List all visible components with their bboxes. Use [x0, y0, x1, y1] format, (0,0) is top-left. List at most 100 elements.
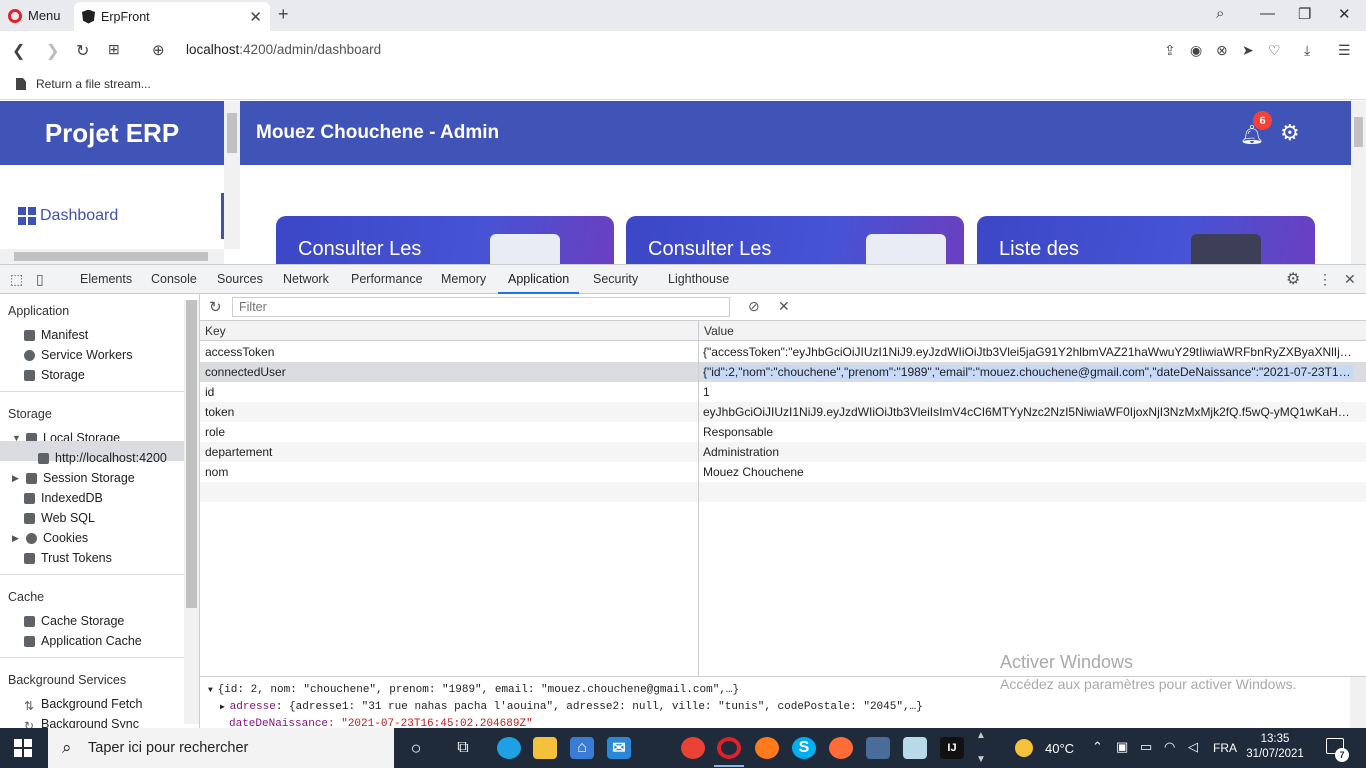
dashboard-card[interactable]: Consulter Les	[276, 216, 614, 264]
back-icon[interactable]: ❮	[12, 41, 25, 61]
reload-icon[interactable]: ↻	[76, 41, 89, 61]
heart-icon[interactable]: ♡	[1268, 42, 1281, 59]
tab-network[interactable]: Network	[283, 265, 329, 294]
preview-line[interactable]: ▶ adresse: {adresse1: "31 rue nahas pach…	[208, 699, 1350, 716]
chrome-icon[interactable]	[681, 737, 705, 759]
close-tab-icon[interactable]: ✕	[249, 8, 262, 26]
windows-start-icon[interactable]	[14, 739, 32, 757]
skype-icon[interactable]: S	[792, 737, 816, 759]
dashboard-card[interactable]: Consulter Les	[626, 216, 964, 264]
table-row[interactable]: role Responsable	[200, 422, 1366, 442]
maximize-icon[interactable]: ❐	[1298, 5, 1311, 23]
tab-security[interactable]: Security	[593, 265, 638, 294]
page-scrollbar[interactable]	[1351, 101, 1366, 264]
tab-sources[interactable]: Sources	[217, 265, 263, 294]
sidebar-vertical-scrollbar[interactable]	[224, 101, 240, 249]
filter-input[interactable]	[232, 297, 730, 317]
share-icon[interactable]: ⇪	[1164, 42, 1176, 59]
table-row-empty[interactable]	[200, 482, 1366, 502]
clear-all-icon[interactable]: ⊘	[748, 298, 760, 315]
column-header-value[interactable]: Value	[699, 321, 1366, 341]
vscode-icon[interactable]	[866, 737, 890, 759]
sidebar-item-indexeddb[interactable]: IndexedDB	[24, 491, 103, 505]
tab-elements[interactable]: Elements	[80, 265, 132, 294]
url-field[interactable]: localhost:4200/admin/dashboard	[186, 42, 381, 57]
table-row[interactable]: token eyJhbGciOiJIUzI1NiJ9.eyJzdWIiOiJtb3…	[200, 402, 1366, 422]
close-devtools-icon[interactable]: ✕	[1344, 271, 1356, 288]
easy-setup-icon[interactable]: ☰	[1338, 42, 1351, 59]
gear-icon[interactable]: ⚙	[1286, 269, 1300, 289]
wifi-icon[interactable]: ◠	[1164, 739, 1175, 755]
clock[interactable]: 13:35 31/07/2021	[1240, 732, 1310, 762]
opera-icon[interactable]	[717, 737, 741, 759]
block-icon[interactable]: ⊗	[1216, 42, 1228, 59]
column-header-key[interactable]: Key	[200, 321, 698, 341]
store-icon[interactable]: ⌂	[570, 737, 594, 759]
weather-sun-icon[interactable]	[1015, 739, 1033, 757]
speaker-muted-icon[interactable]: ◁	[1188, 739, 1198, 755]
tab-memory[interactable]: Memory	[441, 265, 486, 294]
bookmark-item[interactable]: Return a file stream...	[36, 77, 151, 91]
browser-tab[interactable]: ErpFront ✕	[74, 2, 270, 31]
postman-icon[interactable]	[829, 737, 853, 759]
cortana-icon[interactable]: ○	[404, 737, 428, 759]
delete-selected-icon[interactable]: ✕	[778, 298, 790, 315]
sidebar-item-service-workers[interactable]: Service Workers	[24, 348, 132, 362]
download-icon[interactable]: ⤓	[1304, 42, 1310, 59]
table-row[interactable]: id 1	[200, 382, 1366, 402]
meet-now-icon[interactable]: ▣	[1116, 739, 1128, 755]
sidebar-item-background-fetch[interactable]: ⇅ Background Fetch	[24, 697, 142, 713]
sidebar-scrollbar[interactable]	[184, 300, 199, 724]
new-tab-icon[interactable]: +	[278, 4, 289, 25]
sidebar-item-storage[interactable]: Storage	[24, 368, 85, 382]
more-options-icon[interactable]: ⋮	[1318, 271, 1332, 288]
taskbar-search-box[interactable]: ⌕ Taper ici pour rechercher	[48, 728, 394, 768]
table-row-selected[interactable]: connectedUser {"id":2,"nom":"chouchene","…	[200, 362, 1366, 382]
notes-icon[interactable]	[903, 737, 927, 759]
mail-icon[interactable]: ✉	[607, 737, 631, 759]
device-toolbar-icon[interactable]: ▯	[36, 271, 44, 288]
sidebar-item-cookies[interactable]: ▶ Cookies	[12, 531, 88, 545]
tabs-grid-icon[interactable]: ⊞	[108, 41, 120, 58]
forward-icon[interactable]: ❯	[46, 41, 59, 61]
language-indicator[interactable]: FRA	[1213, 741, 1237, 755]
file-explorer-icon[interactable]	[533, 737, 557, 759]
table-row[interactable]: accessToken {"accessToken":"eyJhbGciOiJIU…	[200, 342, 1366, 362]
opera-menu-button[interactable]: Menu	[8, 0, 61, 31]
close-window-icon[interactable]: ✕	[1338, 5, 1351, 23]
sidebar-item-session-storage[interactable]: ▶ Session Storage	[12, 471, 135, 485]
preview-scrollbar[interactable]	[1350, 677, 1366, 729]
sidebar-item-cache-storage[interactable]: Cache Storage	[24, 614, 124, 628]
send-icon[interactable]: ➤	[1242, 42, 1254, 59]
minimize-icon[interactable]: —	[1260, 5, 1275, 22]
camera-icon[interactable]: ◉	[1190, 42, 1202, 59]
sidebar-horizontal-scrollbar[interactable]	[0, 249, 224, 264]
edge-icon[interactable]	[497, 737, 521, 759]
intellij-icon[interactable]: IJ	[940, 737, 964, 759]
sidebar-item-web-sql[interactable]: Web SQL	[24, 511, 95, 525]
sidebar-item-application-cache[interactable]: Application Cache	[24, 634, 142, 648]
firefox-icon[interactable]	[755, 737, 779, 759]
sidebar-item-localhost-origin[interactable]: http://localhost:4200	[38, 451, 167, 465]
column-divider[interactable]	[698, 321, 699, 677]
chevron-up-icon[interactable]: ⌃	[1092, 739, 1103, 755]
battery-icon[interactable]: ▭	[1140, 739, 1152, 755]
gear-icon[interactable]: ⚙	[1280, 120, 1300, 146]
refresh-icon[interactable]: ↻	[209, 298, 222, 316]
table-row[interactable]: departement Administration	[200, 442, 1366, 462]
tab-console[interactable]: Console	[151, 265, 197, 294]
search-tabs-icon[interactable]: ⌕	[1216, 5, 1224, 22]
inspect-element-icon[interactable]: ⬚	[10, 271, 23, 288]
task-view-icon[interactable]: ⧉	[451, 737, 475, 759]
dashboard-card[interactable]: Liste des	[977, 216, 1315, 264]
scroll-up-icon[interactable]: ▲	[976, 730, 986, 741]
temperature[interactable]: 40°C	[1045, 741, 1074, 756]
tab-application[interactable]: Application	[498, 265, 580, 294]
tab-lighthouse[interactable]: Lighthouse	[668, 265, 729, 294]
scroll-down-icon[interactable]: ▼	[976, 754, 986, 765]
tab-performance[interactable]: Performance	[351, 265, 423, 294]
sidebar-item-trust-tokens[interactable]: Trust Tokens	[24, 551, 112, 565]
sidebar-item-manifest[interactable]: Manifest	[24, 328, 88, 342]
table-row[interactable]: nom Mouez Chouchene	[200, 462, 1366, 482]
sidebar-item-dashboard[interactable]: Dashboard	[0, 193, 224, 239]
